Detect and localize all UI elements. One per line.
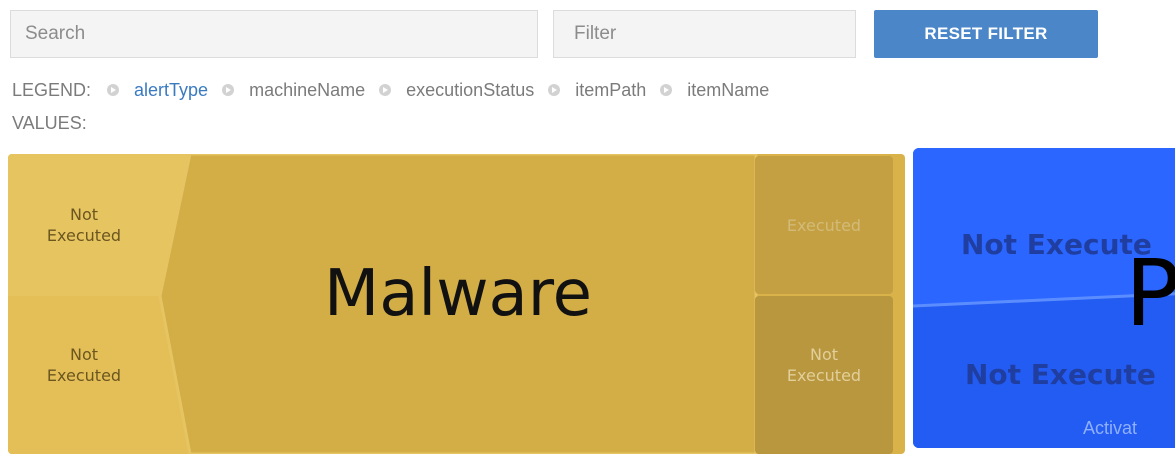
search-input[interactable] xyxy=(10,10,538,58)
treemap-cell-not-executed-2[interactable]: Not Executed xyxy=(8,296,160,454)
cell-text-line: Executed xyxy=(46,226,122,245)
treemap-cell-not-executed-blue-1[interactable]: Not Execute xyxy=(961,228,1152,261)
legend-item-itemname[interactable]: itemName xyxy=(687,80,769,101)
treemap-cell-not-executed-1[interactable]: Not Executed xyxy=(8,154,160,296)
chevron-right-icon xyxy=(379,84,392,96)
treemap-cell-not-executed-blue-2[interactable]: Not Execute xyxy=(965,358,1156,391)
filter-input[interactable] xyxy=(553,10,856,58)
cell-text-line: Executed xyxy=(786,366,862,385)
malware-label: Malware xyxy=(323,257,593,331)
legend: LEGEND: alertType machineName executionS… xyxy=(12,78,783,102)
cell-text-line: Not xyxy=(69,345,98,364)
cell-text-line: Not xyxy=(69,205,98,224)
treemap-group-label-area: Malware xyxy=(160,154,756,454)
legend-item-machinename[interactable]: machineName xyxy=(249,80,365,101)
reset-filter-button[interactable]: RESET FILTER xyxy=(874,10,1098,58)
cell-text-line: Executed xyxy=(46,366,122,385)
treemap-group-blue[interactable]: Not Execute Not Execute P Activat xyxy=(913,148,1175,448)
legend-item-itempath[interactable]: itemPath xyxy=(575,80,646,101)
blue-group-label: P xyxy=(1125,240,1175,347)
chevron-right-icon xyxy=(222,84,235,96)
activation-watermark: Activat xyxy=(1083,418,1138,438)
legend-item-executionstatus[interactable]: executionStatus xyxy=(406,80,534,101)
chevron-right-icon xyxy=(107,84,120,96)
chevron-right-icon xyxy=(660,84,673,96)
cell-text-line: Executed xyxy=(786,215,862,235)
chevron-right-icon xyxy=(548,84,561,96)
treemap-cell-executed[interactable]: Executed xyxy=(755,156,893,294)
values-label: VALUES: xyxy=(12,113,87,133)
treemap-group-malware[interactable]: Not Executed Not Executed Malware Execut… xyxy=(8,154,905,454)
treemap-cell-not-executed-3[interactable]: Not Executed xyxy=(755,296,893,454)
legend-label: LEGEND: xyxy=(12,79,92,100)
legend-item-alerttype[interactable]: alertType xyxy=(134,80,208,101)
cell-text-line: Not xyxy=(809,345,838,364)
